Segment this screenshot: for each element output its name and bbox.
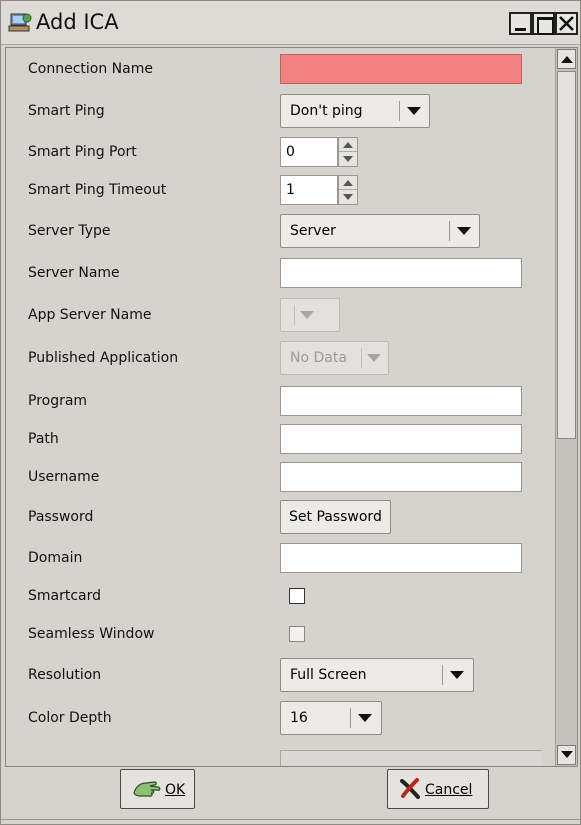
ok-button[interactable]: OK (120, 769, 195, 809)
scroll-thumb[interactable] (557, 71, 576, 439)
smart-ping-dropdown[interactable]: Don't ping (280, 94, 430, 128)
cancel-button-label: Cancel (425, 782, 473, 798)
smart-ping-port-spinner[interactable]: 0 (280, 137, 360, 167)
connection-name-input[interactable] (280, 54, 522, 84)
row-domain: Domain (6, 538, 554, 578)
smartcard-label: Smartcard (28, 588, 102, 604)
row-seamless-window: Seamless Window (6, 614, 554, 654)
resolution-dropdown[interactable]: Full Screen (280, 658, 474, 692)
scroll-up-button[interactable] (557, 49, 576, 69)
window-title: Add ICA (36, 10, 119, 34)
smart-ping-value: Don't ping (290, 103, 363, 119)
resolution-value: Full Screen (290, 667, 367, 683)
color-depth-dropdown[interactable]: 16 (280, 701, 382, 735)
color-depth-label: Color Depth (28, 710, 112, 726)
smartcard-checkbox[interactable] (289, 588, 305, 604)
vertical-scrollbar[interactable] (555, 48, 577, 766)
published-application-dropdown[interactable]: No Data (280, 341, 389, 375)
program-input[interactable] (280, 386, 522, 416)
row-smart-ping-timeout: Smart Ping Timeout 1 (6, 170, 554, 210)
smart-ping-timeout-label: Smart Ping Timeout (28, 182, 167, 198)
combo-separator (294, 305, 295, 325)
scroll-down-button[interactable] (557, 745, 576, 765)
row-password: Password Set Password (6, 497, 554, 537)
app-server-name-dropdown[interactable] (280, 298, 340, 332)
close-icon (559, 16, 574, 31)
form-scroll-area: Connection Name Smart Ping Don't ping Sm… (5, 47, 578, 767)
combo-separator (399, 101, 400, 121)
next-row-partially-visible (280, 750, 542, 766)
minimize-button[interactable] (509, 12, 532, 35)
row-smartcard: Smartcard (6, 576, 554, 616)
row-smart-ping: Smart Ping Don't ping (6, 91, 554, 131)
bottom-divider (1, 819, 581, 820)
smart-ping-port-value[interactable]: 0 (280, 137, 338, 167)
arrow-down-icon[interactable] (343, 194, 353, 200)
row-resolution: Resolution Full Screen (6, 655, 554, 695)
spinner-arrows[interactable] (338, 175, 358, 205)
arrow-up-icon[interactable] (343, 142, 353, 148)
server-name-label: Server Name (28, 265, 120, 281)
published-application-value: No Data (290, 350, 347, 366)
maximize-button[interactable] (532, 12, 555, 35)
connection-name-label: Connection Name (28, 61, 153, 77)
row-connection-name: Connection Name (6, 49, 554, 89)
row-color-depth: Color Depth 16 (6, 698, 554, 738)
server-name-input[interactable] (280, 258, 522, 288)
cancel-x-icon (399, 777, 421, 803)
row-server-name: Server Name (6, 253, 554, 293)
title-bar: Add ICA (1, 1, 580, 45)
smart-ping-label: Smart Ping (28, 103, 105, 119)
seamless-window-checkbox[interactable] (289, 626, 305, 642)
smart-ping-timeout-value[interactable]: 1 (280, 175, 338, 205)
server-type-value: Server (290, 223, 336, 239)
username-input[interactable] (280, 462, 522, 492)
username-label: Username (28, 469, 100, 485)
combo-separator (442, 665, 443, 685)
server-type-dropdown[interactable]: Server (280, 214, 480, 248)
program-label: Program (28, 393, 88, 409)
domain-input[interactable] (280, 543, 522, 573)
cancel-button[interactable]: Cancel (387, 769, 489, 809)
seamless-window-label: Seamless Window (28, 626, 155, 642)
chevron-down-icon (450, 671, 464, 679)
arrow-up-icon[interactable] (343, 180, 353, 186)
chevron-down-icon (300, 311, 314, 319)
spinner-arrows[interactable] (338, 137, 358, 167)
close-button[interactable] (555, 12, 578, 35)
chevron-down-icon (457, 227, 471, 235)
path-input[interactable] (280, 424, 522, 454)
row-username: Username (6, 457, 554, 497)
published-application-label: Published Application (28, 350, 179, 366)
add-ica-dialog: Add ICA Connection Name Smart Ping Don't… (0, 0, 581, 825)
chevron-down-icon (358, 714, 372, 722)
set-password-button[interactable]: Set Password (280, 500, 391, 534)
row-path: Path (6, 419, 554, 459)
ok-hand-icon (132, 777, 162, 803)
network-computer-icon (8, 12, 32, 34)
resolution-label: Resolution (28, 667, 102, 683)
combo-separator (361, 348, 362, 368)
row-program: Program (6, 381, 554, 421)
row-smart-ping-port: Smart Ping Port 0 (6, 132, 554, 172)
app-server-name-label: App Server Name (28, 307, 152, 323)
combo-separator (350, 708, 351, 728)
smart-ping-timeout-spinner[interactable]: 1 (280, 175, 360, 205)
smart-ping-port-label: Smart Ping Port (28, 144, 137, 160)
arrow-down-icon[interactable] (343, 156, 353, 162)
password-label: Password (28, 509, 94, 525)
chevron-down-icon (367, 354, 381, 362)
color-depth-value: 16 (290, 710, 308, 726)
row-published-application: Published Application No Data (6, 338, 554, 378)
row-server-type: Server Type Server (6, 211, 554, 251)
ok-button-label: OK (165, 782, 186, 798)
server-type-label: Server Type (28, 223, 111, 239)
path-label: Path (28, 431, 59, 447)
row-app-server-name: App Server Name (6, 295, 554, 335)
chevron-down-icon (407, 107, 421, 115)
combo-separator (449, 221, 450, 241)
domain-label: Domain (28, 550, 83, 566)
